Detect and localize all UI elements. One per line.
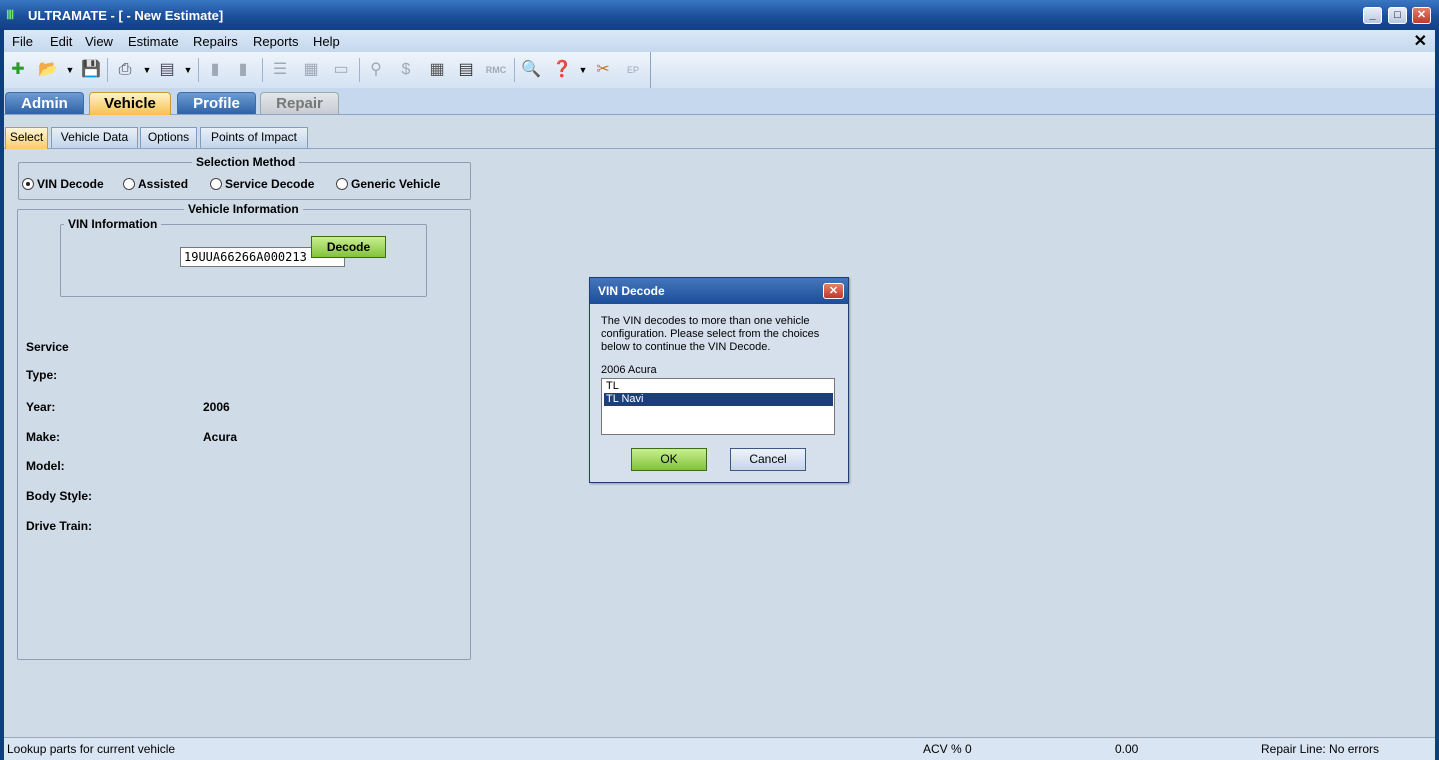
- layout-panels-icon: ▦: [303, 61, 319, 78]
- tab-profile[interactable]: Profile: [177, 92, 256, 114]
- selection-method-group: Selection Method VIN Decode Assisted Ser…: [18, 155, 471, 200]
- menu-estimate[interactable]: Estimate: [128, 34, 179, 49]
- subtab-vehicle-data[interactable]: Vehicle Data: [51, 127, 138, 148]
- app-logo-icon: Ⅲ: [6, 8, 15, 22]
- vehicle-information-title: Vehicle Information: [184, 202, 303, 216]
- close-button[interactable]: ✕: [1412, 7, 1431, 24]
- menu-view[interactable]: View: [85, 34, 113, 49]
- list-item-selected[interactable]: TL Navi: [604, 393, 833, 406]
- menu-repairs[interactable]: Repairs: [193, 34, 238, 49]
- print-dropdown-icon[interactable]: ▼: [136, 59, 158, 81]
- vehicle-information-group: Vehicle Information VIN Information 19UU…: [17, 202, 471, 660]
- title-bar: Ⅲ ULTRAMATE - [ - New Estimate] _ □ ✕: [0, 0, 1439, 30]
- radio-selected-indicator: [22, 178, 34, 190]
- radio-label: VIN Decode: [37, 177, 104, 191]
- year-label: Year:: [26, 400, 56, 414]
- calculator-icon[interactable]: ▦: [426, 59, 448, 81]
- tab-admin[interactable]: Admin: [5, 92, 84, 114]
- minimize-button[interactable]: _: [1363, 7, 1382, 24]
- document-dropdown-icon[interactable]: ▼: [177, 59, 199, 81]
- configuration-list[interactable]: TL TL Navi: [601, 378, 835, 435]
- toolbar-separator: [514, 58, 515, 82]
- radio-generic-vehicle[interactable]: Generic Vehicle: [336, 177, 440, 191]
- radio-indicator: [210, 178, 222, 190]
- status-message: Lookup parts for current vehicle: [7, 742, 176, 756]
- model-label: Model:: [26, 459, 65, 473]
- tab-vehicle[interactable]: Vehicle: [89, 92, 171, 115]
- main-tab-strip: Admin Vehicle Profile Repair: [4, 88, 1435, 115]
- sub-tab-strip: Select Vehicle Data Options Points of Im…: [4, 127, 1435, 149]
- make-label: Make:: [26, 430, 61, 444]
- subtab-options[interactable]: Options: [140, 127, 197, 148]
- dialog-vehicle-label: 2006 Acura: [601, 364, 657, 376]
- make-value: Acura: [203, 430, 238, 444]
- radio-service-decode[interactable]: Service Decode: [210, 177, 314, 191]
- radio-label: Assisted: [138, 177, 189, 191]
- list-item[interactable]: TL: [604, 380, 833, 393]
- paste-line-icon: ▮: [238, 61, 248, 78]
- vin-information-group: VIN Information 19UUA66266A000213 Decode: [60, 217, 427, 297]
- open-folder-icon[interactable]: 📂: [37, 59, 59, 81]
- estimate-money-icon[interactable]: ▤: [455, 59, 477, 81]
- body-style-label: Body Style:: [26, 489, 93, 503]
- status-amount: 0.00: [1115, 742, 1139, 756]
- layout-split-icon: ☰: [272, 61, 288, 78]
- menu-file[interactable]: File: [12, 34, 33, 49]
- radio-indicator: [123, 178, 135, 190]
- subtab-points-of-impact[interactable]: Points of Impact: [200, 127, 308, 148]
- layout-horizontal-icon: ▭: [333, 61, 349, 78]
- price-list-icon: $: [401, 61, 411, 78]
- dialog-message: The VIN decodes to more than one vehicle…: [601, 315, 820, 353]
- status-bar: Lookup parts for current vehicle ACV % 0…: [4, 737, 1435, 760]
- service-label: Service: [26, 340, 69, 354]
- radio-label: Service Decode: [225, 177, 315, 191]
- rmc-icon: RMC: [485, 65, 507, 75]
- menu-bar: File Edit View Estimate Repairs Reports …: [0, 30, 1439, 52]
- help-dropdown-icon[interactable]: ▼: [572, 59, 594, 81]
- save-icon[interactable]: 💾: [80, 59, 102, 81]
- maximize-button[interactable]: □: [1388, 7, 1407, 24]
- cancel-button[interactable]: Cancel: [730, 448, 806, 471]
- vin-information-title: VIN Information: [64, 217, 162, 231]
- toolbar-separator: [198, 58, 199, 82]
- ok-button[interactable]: OK: [631, 448, 707, 471]
- status-repair-line: Repair Line: No errors: [1261, 742, 1380, 756]
- document-icon[interactable]: ▤: [156, 59, 178, 81]
- radio-vin-decode[interactable]: VIN Decode: [22, 177, 104, 191]
- menu-edit[interactable]: Edit: [50, 34, 72, 49]
- close-document-icon[interactable]: ✕: [1414, 31, 1427, 51]
- ep-pro-icon: EP: [626, 65, 639, 75]
- radio-assisted[interactable]: Assisted: [123, 177, 188, 191]
- tab-repair: Repair: [260, 92, 339, 114]
- toolbar-separator: [107, 58, 108, 82]
- type-label: Type:: [26, 368, 58, 382]
- copy-line-icon: ▮: [210, 61, 220, 78]
- drive-train-label: Drive Train:: [26, 519, 93, 533]
- window-title: ULTRAMATE - [ - New Estimate]: [28, 8, 224, 23]
- toolbar-separator: [359, 58, 360, 82]
- preview-icon[interactable]: 🔍: [520, 59, 542, 81]
- vin-decode-dialog: VIN Decode ✕ The VIN decodes to more tha…: [589, 277, 849, 483]
- year-value: 2006: [203, 400, 230, 414]
- menu-help[interactable]: Help: [313, 34, 340, 49]
- menu-reports[interactable]: Reports: [253, 34, 299, 49]
- dialog-title: VIN Decode: [590, 278, 848, 304]
- status-acv: ACV % 0: [923, 742, 972, 756]
- new-estimate-icon[interactable]: ✚: [7, 59, 29, 81]
- help-icon[interactable]: ❓: [551, 59, 573, 81]
- search-parts-icon: ⚲: [370, 61, 382, 78]
- selection-method-title: Selection Method: [192, 155, 300, 169]
- decode-button[interactable]: Decode: [311, 236, 386, 258]
- toolbar-separator: [262, 58, 263, 82]
- subtab-select[interactable]: Select: [5, 127, 48, 149]
- radio-indicator: [336, 178, 348, 190]
- print-icon[interactable]: ⎙: [114, 59, 136, 81]
- open-dropdown-icon[interactable]: ▼: [59, 59, 81, 81]
- toolbar: ✚ 📂 ▼ 💾 ⎙ ▼ ▤ ▼ ▮ ▮ ☰ ▦ ▭ ⚲ $ ▦ ▤ RMC 🔍 …: [4, 52, 1435, 88]
- dialog-body: The VIN decodes to more than one vehicle…: [594, 304, 844, 480]
- radio-label: Generic Vehicle: [351, 177, 441, 191]
- dialog-close-button[interactable]: ✕: [823, 283, 844, 299]
- tools-icon[interactable]: ✂: [592, 59, 614, 81]
